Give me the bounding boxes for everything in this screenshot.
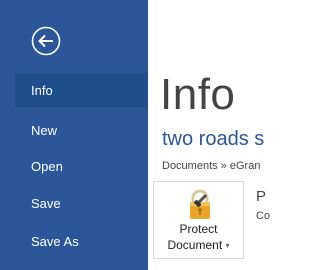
protect-section-description: Co (256, 210, 270, 222)
protect-label-text: Document (167, 238, 223, 252)
sidebar-item-label: Save (31, 195, 61, 211)
back-button[interactable] (31, 26, 61, 56)
page-title: Info (160, 70, 236, 119)
sidebar-item-open[interactable]: Open (15, 149, 148, 183)
protect-label-line2: Document ▾ (154, 238, 243, 253)
protect-document-button[interactable]: Protect Document ▾ (153, 181, 244, 259)
info-panel: Info two roads s Documents » eGran Prote… (148, 0, 270, 270)
document-path[interactable]: Documents » eGran (162, 160, 260, 172)
chevron-down-icon: ▾ (225, 240, 230, 250)
lock-key-icon (185, 188, 219, 222)
sidebar-item-info[interactable]: Info (15, 73, 148, 107)
document-name: two roads s (162, 128, 265, 150)
protect-label-line1: Protect (179, 222, 218, 236)
sidebar-item-save-as[interactable]: Save As (15, 224, 148, 258)
protect-section-title: P (256, 188, 267, 205)
sidebar-item-save[interactable]: Save (15, 186, 148, 220)
sidebar-item-label: Save As (31, 233, 79, 249)
sidebar-item-label: New (31, 122, 58, 138)
sidebar-item-label: Info (31, 82, 53, 98)
back-arrow-icon (31, 26, 61, 56)
sidebar-item-new[interactable]: New (15, 113, 148, 147)
sidebar-item-label: Open (31, 158, 63, 174)
backstage-sidebar: Info New Open Save Save As (0, 0, 148, 270)
